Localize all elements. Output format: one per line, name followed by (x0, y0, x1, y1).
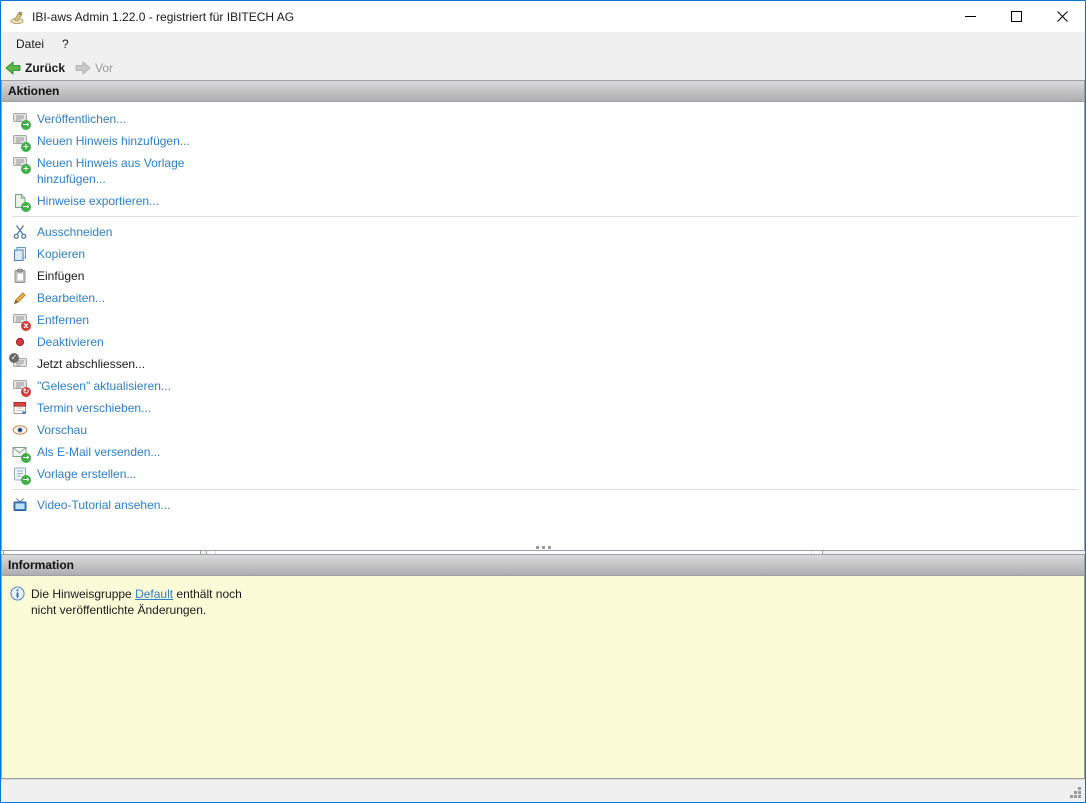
refresh-read-icon: ↻ (12, 378, 31, 397)
action-entfernen[interactable]: x Entfernen (12, 309, 1080, 331)
information-body: Die Hinweisgruppe Default enthält noch n… (2, 576, 1084, 618)
action-ausschneiden[interactable]: Ausschneiden (12, 221, 1080, 243)
info-icon (10, 586, 25, 618)
remove-note-icon: x (12, 312, 31, 331)
menu-datei[interactable]: Datei (7, 34, 53, 54)
action-neuen-hinweis-hinzufuegen[interactable]: + Neuen Hinweis hinzufügen... (12, 130, 1080, 152)
action-bearbeiten[interactable]: Bearbeiten... (12, 287, 1080, 309)
app-icon (9, 9, 25, 25)
minimize-button[interactable] (947, 1, 993, 32)
action-jetzt-abschliessen[interactable]: ✓ Jetzt abschliessen... (9, 353, 1080, 375)
default-group-link[interactable]: Default (135, 587, 173, 601)
status-bar (1, 779, 1085, 802)
action-veroeffentlichen[interactable]: → Veröffentlichen... (12, 108, 1080, 130)
copy-icon (12, 246, 28, 262)
app-window: IBI-aws Admin 1.22.0 - registriert für I… (0, 0, 1086, 803)
information-text: Die Hinweisgruppe Default enthält noch n… (31, 587, 242, 617)
eye-icon (12, 422, 28, 438)
tv-icon (12, 497, 28, 513)
action-vorschau[interactable]: Vorschau (12, 419, 1080, 441)
maximize-button[interactable] (993, 1, 1039, 32)
actions-list: → Veröffentlichen... + Neuen Hinweis hin… (2, 102, 1084, 516)
calendar-icon (12, 400, 28, 416)
action-gelesen-aktualisieren[interactable]: ↻ "Gelesen" aktualisieren... (12, 375, 1080, 397)
back-label: Zurück (25, 61, 66, 75)
action-termin-verschieben[interactable]: Termin verschieben... (12, 397, 1080, 419)
action-einfuegen[interactable]: Einfügen (12, 265, 1080, 287)
actions-separator (12, 489, 1078, 490)
menu-bar: Datei ? (1, 32, 1085, 56)
menu-help[interactable]: ? (53, 34, 78, 54)
action-vorlage-erstellen[interactable]: → Vorlage erstellen... (12, 463, 1080, 485)
export-icon: → (12, 193, 31, 212)
back-button[interactable]: Zurück (5, 61, 65, 75)
close-button[interactable] (1039, 1, 1085, 32)
title-bar: IBI-aws Admin 1.22.0 - registriert für I… (1, 1, 1085, 32)
add-note-template-icon: + (12, 155, 31, 174)
actions-header: Aktionen (2, 81, 1084, 102)
action-neuen-hinweis-aus-vorlage[interactable]: + Neuen Hinweis aus Vorlage hinzufügen..… (12, 152, 1080, 190)
information-header: Information (2, 555, 1084, 576)
action-hinweise-exportieren[interactable]: → Hinweise exportieren... (12, 190, 1080, 212)
nav-toolbar: Zurück Vor (1, 56, 1085, 80)
information-panel: Information Die Hinweisgruppe Default en… (1, 554, 1085, 779)
mail-send-icon: → (12, 444, 31, 463)
finish-note-icon: ✓ (9, 353, 28, 372)
scissors-icon (12, 224, 28, 240)
paste-icon (12, 268, 28, 284)
publish-icon: → (12, 111, 31, 130)
deactivate-icon (12, 334, 28, 350)
resize-grip[interactable] (1069, 786, 1082, 799)
action-video-tutorial[interactable]: Video-Tutorial ansehen... (12, 494, 1080, 516)
forward-button[interactable]: Vor (75, 61, 113, 75)
add-note-icon: + (12, 133, 31, 152)
actions-separator (12, 216, 1078, 217)
actions-panel: Aktionen → Veröffentlichen... + Neuen Hi… (1, 80, 1085, 551)
panel-splitter-grip[interactable] (2, 546, 1084, 549)
pencil-icon (12, 290, 28, 306)
forward-arrow-icon (75, 61, 91, 75)
action-kopieren[interactable]: Kopieren (12, 243, 1080, 265)
back-arrow-icon (5, 61, 21, 75)
forward-label: Vor (95, 61, 114, 75)
action-deaktivieren[interactable]: Deaktivieren (12, 331, 1080, 353)
window-title: IBI-aws Admin 1.22.0 - registriert für I… (32, 9, 295, 24)
create-template-icon: → (12, 466, 31, 485)
action-als-email-versenden[interactable]: → Als E-Mail versenden... (12, 441, 1080, 463)
